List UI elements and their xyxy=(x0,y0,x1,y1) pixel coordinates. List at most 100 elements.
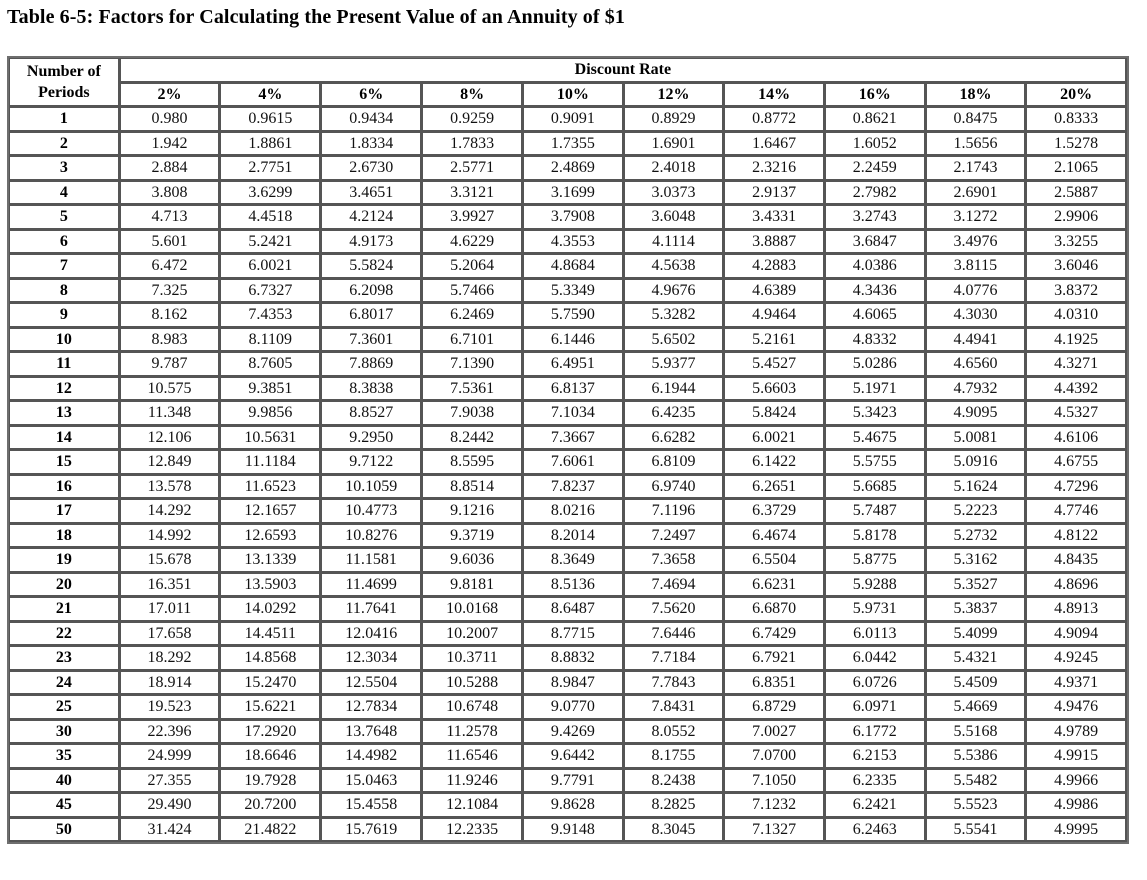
factor-cell: 7.2497 xyxy=(623,523,725,548)
factor-cell: 11.6546 xyxy=(422,744,523,769)
factor-cell: 3.4331 xyxy=(724,205,825,230)
factor-cell: 5.3349 xyxy=(523,278,624,303)
factor-cell: 6.0021 xyxy=(220,254,322,279)
factor-cell: 4.9464 xyxy=(724,303,825,328)
factor-cell: 2.4018 xyxy=(623,156,725,181)
factor-cell: 0.9259 xyxy=(422,107,523,132)
rate-column-header: 12% xyxy=(623,82,725,107)
factor-cell: 12.6593 xyxy=(220,523,322,548)
factor-cell: 5.6502 xyxy=(623,327,725,352)
factor-cell: 4.1925 xyxy=(1026,327,1127,352)
factor-cell: 9.1216 xyxy=(422,499,523,524)
factor-cell: 12.5504 xyxy=(321,670,423,695)
factor-cell: 3.0373 xyxy=(623,180,725,205)
factor-cell: 6.4674 xyxy=(724,523,825,548)
factor-cell: 5.5168 xyxy=(925,719,1027,744)
factor-cell: 3.3121 xyxy=(422,180,523,205)
table-title: Table 6-5: Factors for Calculating the P… xyxy=(7,6,625,28)
periods-column-header: Number of Periods xyxy=(9,58,120,107)
factor-cell: 9.9148 xyxy=(523,817,624,842)
factor-cell: 6.7429 xyxy=(724,621,825,646)
factor-cell: 10.6748 xyxy=(422,695,523,720)
factor-cell: 6.2651 xyxy=(724,474,825,499)
factor-cell: 8.0552 xyxy=(623,719,725,744)
factor-cell: 5.1971 xyxy=(824,376,926,401)
factor-cell: 5.9377 xyxy=(623,352,725,377)
factor-cell: 19.523 xyxy=(119,695,221,720)
factor-cell: 11.4699 xyxy=(321,572,423,597)
periods-header-line1: Number of xyxy=(26,63,101,80)
factor-cell: 6.0971 xyxy=(824,695,926,720)
factor-cell: 5.5523 xyxy=(925,793,1027,818)
factor-cell: 1.5278 xyxy=(1026,131,1127,156)
factor-cell: 9.787 xyxy=(119,352,221,377)
period-cell: 17 xyxy=(9,499,120,524)
factor-cell: 7.1390 xyxy=(422,352,523,377)
factor-cell: 4.5327 xyxy=(1026,401,1127,426)
factor-cell: 3.4976 xyxy=(925,229,1027,254)
factor-cell: 4.3271 xyxy=(1026,352,1127,377)
factor-cell: 11.7641 xyxy=(321,597,423,622)
factor-cell: 6.8017 xyxy=(321,303,423,328)
period-cell: 12 xyxy=(9,376,120,401)
rate-header-row: 2% 4% 6% 8% 10% 12% 14% 16% 18% 20% xyxy=(9,82,1127,107)
factor-cell: 6.0113 xyxy=(824,621,926,646)
factor-cell: 12.2335 xyxy=(422,817,523,842)
factor-cell: 10.8276 xyxy=(321,523,423,548)
factor-cell: 10.0168 xyxy=(422,597,523,622)
factor-cell: 4.0776 xyxy=(925,278,1027,303)
factor-cell: 0.8929 xyxy=(623,107,725,132)
factor-cell: 8.3838 xyxy=(321,376,423,401)
factor-cell: 14.292 xyxy=(119,499,221,524)
factor-cell: 10.3711 xyxy=(422,646,523,671)
table-row: 14 12.106 10.5631 9.2950 8.2442 7.3667 6.6282 6… xyxy=(9,425,1127,450)
factor-cell: 9.9856 xyxy=(220,401,322,426)
factor-cell: 6.1772 xyxy=(824,719,926,744)
annuity-factor-table: Number of Periods Discount Rate 2% 4% 6% 8%… xyxy=(7,56,1129,844)
table-row: 9 8.162 7.4353 6.8017 6.2469 5.7590 5.3282 4.94… xyxy=(9,303,1127,328)
factor-cell: 0.8621 xyxy=(824,107,926,132)
factor-cell: 4.4518 xyxy=(220,205,322,230)
table-row: 18 14.992 12.6593 10.8276 9.3719 8.2014 7.2497… xyxy=(9,523,1127,548)
factor-cell: 6.6282 xyxy=(623,425,725,450)
factor-cell: 6.0021 xyxy=(724,425,825,450)
factor-cell: 5.2161 xyxy=(724,327,825,352)
factor-cell: 5.5755 xyxy=(824,450,926,475)
factor-cell: 9.4269 xyxy=(523,719,624,744)
factor-cell: 3.9927 xyxy=(422,205,523,230)
factor-cell: 4.9094 xyxy=(1026,621,1127,646)
factor-cell: 6.4235 xyxy=(623,401,725,426)
table-row: 3 2.884 2.7751 2.6730 2.5771 2.4869 2.4018 2.32… xyxy=(9,156,1127,181)
factor-cell: 3.8115 xyxy=(925,254,1027,279)
factor-cell: 7.8237 xyxy=(523,474,624,499)
factor-cell: 14.4982 xyxy=(321,744,423,769)
rate-column-header: 10% xyxy=(523,82,624,107)
factor-cell: 15.0463 xyxy=(321,768,423,793)
factor-cell: 17.011 xyxy=(119,597,221,622)
factor-cell: 15.7619 xyxy=(321,817,423,842)
factor-cell: 8.8832 xyxy=(523,646,624,671)
factor-cell: 2.9906 xyxy=(1026,205,1127,230)
factor-cell: 7.6061 xyxy=(523,450,624,475)
period-cell: 16 xyxy=(9,474,120,499)
period-cell: 10 xyxy=(9,327,120,352)
factor-cell: 6.8729 xyxy=(724,695,825,720)
period-cell: 35 xyxy=(9,744,120,769)
table-row: 1 0.980 0.9615 0.9434 0.9259 0.9091 0.8929 0.87… xyxy=(9,107,1127,132)
table-row: 15 12.849 11.1184 9.7122 8.5595 7.6061 6.8109 6… xyxy=(9,450,1127,475)
factor-cell: 7.5620 xyxy=(623,597,725,622)
factor-cell: 6.5504 xyxy=(724,548,825,573)
factor-cell: 5.3423 xyxy=(824,401,926,426)
factor-cell: 7.9038 xyxy=(422,401,523,426)
factor-cell: 18.914 xyxy=(119,670,221,695)
period-cell: 20 xyxy=(9,572,120,597)
factor-cell: 7.1196 xyxy=(623,499,725,524)
factor-cell: 7.1050 xyxy=(724,768,825,793)
factor-cell: 4.8332 xyxy=(824,327,926,352)
factor-cell: 11.6523 xyxy=(220,474,322,499)
factor-cell: 4.6755 xyxy=(1026,450,1127,475)
period-cell: 30 xyxy=(9,719,120,744)
factor-cell: 2.6901 xyxy=(925,180,1027,205)
factor-cell: 3.6847 xyxy=(824,229,926,254)
factor-cell: 9.6036 xyxy=(422,548,523,573)
